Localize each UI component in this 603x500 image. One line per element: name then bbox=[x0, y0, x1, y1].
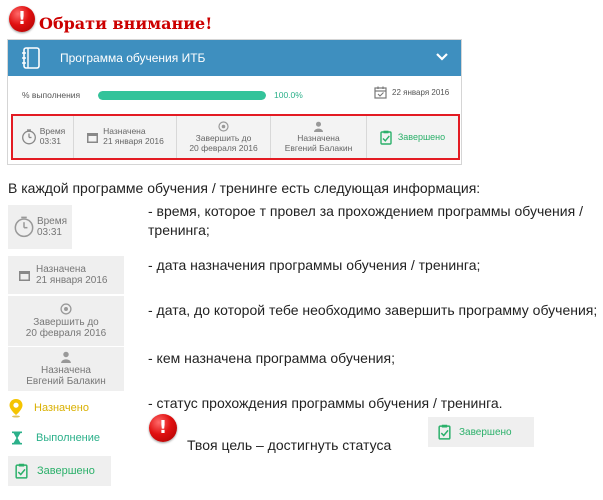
tile-assigned-by-name: Евгений Балакин bbox=[26, 376, 106, 387]
course-title: Программа обучения ИТБ bbox=[60, 51, 206, 65]
progress-label: % выполнения bbox=[22, 90, 81, 100]
user-icon bbox=[61, 351, 71, 363]
status-cell: Завершено bbox=[367, 116, 458, 158]
alert-icon: ! bbox=[149, 414, 177, 442]
tile-time-value: 03:31 bbox=[36, 227, 62, 238]
calendar-icon bbox=[374, 86, 387, 99]
explanation-item: - статус прохождения программы обучения … bbox=[148, 395, 503, 411]
calendar-icon bbox=[87, 132, 99, 143]
clock-icon bbox=[21, 129, 36, 145]
status-completed-label: Завершено bbox=[37, 465, 95, 477]
pin-icon bbox=[9, 399, 23, 418]
course-card-header[interactable]: Программа обучения ИТБ bbox=[8, 40, 461, 76]
progress-fill bbox=[98, 91, 266, 100]
alert-icon: ! bbox=[9, 6, 35, 32]
tile-time-label: Время bbox=[36, 215, 68, 227]
progress-row: % выполнения 100.0% 22 января 2016 bbox=[8, 80, 461, 110]
explanation-heading: В каждой программе обучения / тренинге е… bbox=[8, 180, 481, 196]
course-card: Программа обучения ИТБ % выполнения 100.… bbox=[7, 39, 462, 165]
clock-icon bbox=[14, 216, 34, 238]
assigned-by-cell: Назначена Евгений Балакин bbox=[271, 116, 367, 158]
assigned-by-name: Евгений Балакин bbox=[284, 142, 353, 153]
explanation-item: - дата назначения программы обучения / т… bbox=[148, 257, 481, 273]
tile-assigned-by: Назначена Евгений Балакин bbox=[8, 347, 124, 391]
progress-bar bbox=[98, 91, 266, 100]
chevron-down-icon[interactable] bbox=[435, 50, 449, 64]
explanation-item: - время, которое т провел за прохождение… bbox=[148, 203, 583, 238]
user-icon bbox=[314, 121, 323, 132]
tile-assigned-by-label: Назначена bbox=[41, 364, 91, 376]
due-date: 22 января 2016 bbox=[374, 86, 449, 99]
hourglass-icon bbox=[12, 431, 22, 445]
explanation-item: - дата, до которой тебе необходимо завер… bbox=[148, 302, 598, 318]
finish-by-date: 20 февраля 2016 bbox=[189, 142, 258, 153]
target-icon bbox=[218, 121, 229, 132]
time-cell: Время 03:31 bbox=[13, 116, 74, 158]
tile-assigned: Назначена 21 января 2016 bbox=[8, 256, 124, 294]
finish-by-cell: Завершить до 20 февраля 2016 bbox=[177, 116, 271, 158]
status-completed: Завершено bbox=[8, 456, 111, 486]
explanation-item: - кем назначена программа обучения; bbox=[148, 350, 395, 366]
status-text: Завершено bbox=[397, 131, 446, 142]
clipboard-check-icon bbox=[15, 463, 28, 479]
course-info-strip: Время 03:31 Назначена 21 января 2016 Зав… bbox=[11, 114, 460, 160]
book-icon bbox=[22, 47, 40, 69]
clipboard-check-icon bbox=[380, 130, 392, 145]
goal-badge-text: Завершено bbox=[459, 426, 512, 438]
due-date-text: 22 января 2016 bbox=[392, 88, 450, 97]
goal-text: Твоя цель – достигнуть статуса bbox=[187, 437, 392, 453]
progress-value: 100.0% bbox=[274, 90, 303, 100]
status-assigned: Назначено bbox=[8, 398, 89, 418]
tile-finish-by-date: 20 февраля 2016 bbox=[25, 328, 107, 339]
clipboard-check-icon bbox=[438, 424, 451, 440]
goal-status-badge: Завершено bbox=[428, 417, 534, 447]
status-in-progress-label: Выполнение bbox=[36, 432, 101, 444]
time-value: 03:31 bbox=[39, 136, 61, 146]
tile-assigned-label: Назначена bbox=[36, 263, 86, 275]
target-icon bbox=[60, 302, 72, 315]
assigned-cell: Назначена 21 января 2016 bbox=[74, 116, 177, 158]
tile-finish-by: Завершить до 20 февраля 2016 bbox=[8, 296, 124, 346]
status-assigned-label: Назначено bbox=[34, 402, 89, 414]
calendar-icon bbox=[19, 270, 30, 281]
tile-finish-by-label: Завершить до bbox=[33, 316, 99, 328]
status-in-progress: Выполнение bbox=[8, 431, 100, 445]
assigned-date: 21 января 2016 bbox=[103, 136, 164, 146]
tile-time: Время 03:31 bbox=[8, 205, 72, 249]
notice-heading: Обрати внимание! bbox=[39, 14, 213, 33]
tile-assigned-date: 21 января 2016 bbox=[36, 275, 108, 286]
